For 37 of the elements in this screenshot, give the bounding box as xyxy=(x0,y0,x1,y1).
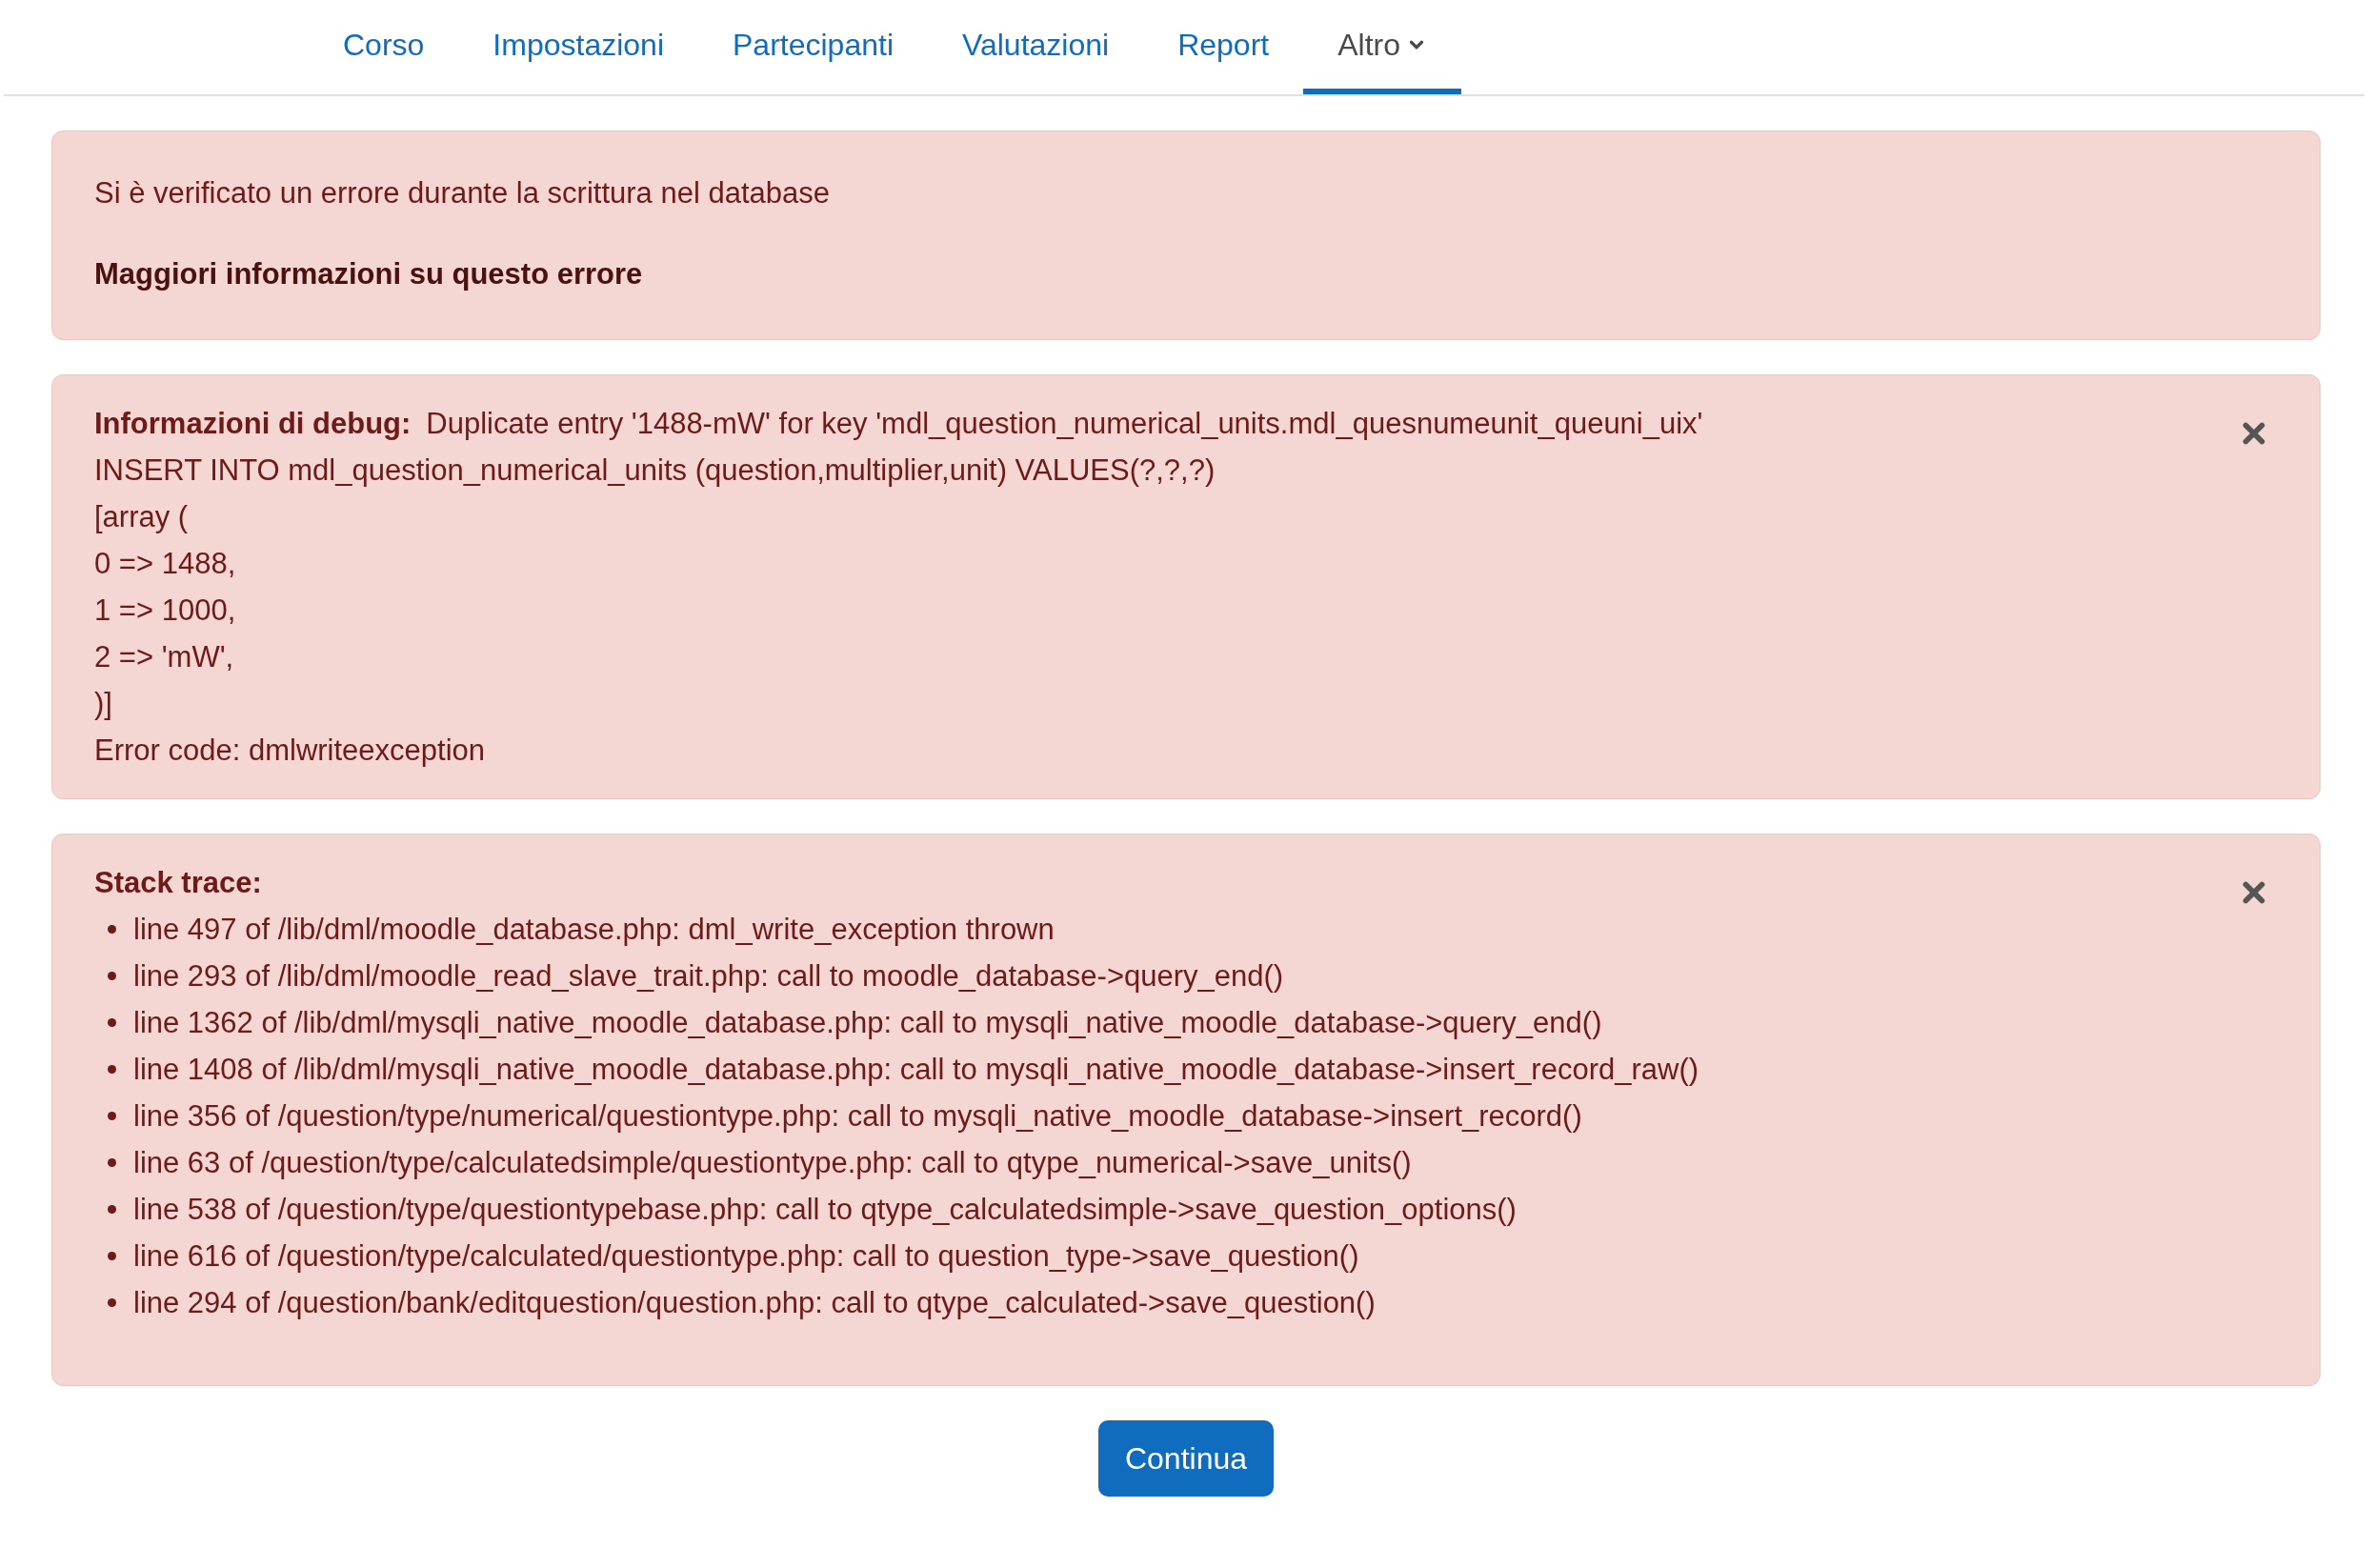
more-info-link[interactable]: Maggiori informazioni su questo errore xyxy=(94,251,643,297)
nav-tab[interactable]: Altro xyxy=(1303,0,1461,94)
debug-line: 0 => 1488, xyxy=(94,546,236,582)
bullet-icon xyxy=(108,1252,116,1260)
debug-line: Error code: dmlwriteexception xyxy=(94,733,486,769)
continue-button[interactable]: Continua xyxy=(1097,1420,1275,1497)
stack-trace-line: line 294 of /question/bank/editquestion/question.php: call to qtype_calculated->save_question() xyxy=(133,1285,1376,1321)
stack-trace-line: line 538 of /question/type/questiontypebase.php: call to qtype_calculatedsimple->save_question_options() xyxy=(133,1192,1517,1228)
nav-tab[interactable]: Partecipanti xyxy=(698,0,928,94)
stack-trace-line: line 1362 of /lib/dml/mysqli_native_moodle_database.php: call to mysqli_native_moodle_database->query_end() xyxy=(133,1005,1602,1041)
bullet-icon xyxy=(108,1065,116,1074)
debug-line: 1 => 1000, xyxy=(94,593,236,629)
bullet-icon xyxy=(108,1018,116,1027)
nav-tab[interactable]: Corso xyxy=(309,0,459,94)
stack-trace-label: Stack trace: xyxy=(94,865,262,901)
bullet-icon xyxy=(108,1205,116,1214)
debug-line: INSERT INTO mdl_question_numerical_units (question,multiplier,unit) VALUES(?,?,?) xyxy=(94,452,1216,489)
stack-trace-line: line 1408 of /lib/dml/mysqli_native_moodle_database.php: call to mysqli_native_moodle_database->insert_record_raw() xyxy=(133,1052,1699,1088)
stack-trace-line: line 293 of /lib/dml/moodle_read_slave_trait.php: call to moodle_database->query_end() xyxy=(133,958,1284,995)
stack-trace-line: line 616 of /question/type/calculated/questiontype.php: call to question_type->save_question() xyxy=(133,1238,1359,1275)
bullet-icon xyxy=(108,972,116,980)
debug-message: Duplicate entry '1488-mW' for key 'mdl_question_numerical_units.mdl_quesnumeunit_queuni_uix' xyxy=(426,406,1703,442)
stack-trace-line: line 63 of /question/type/calculatedsimple/questiontype.php: call to qtype_numerical->save_units() xyxy=(133,1145,1412,1181)
stack-trace-line: line 497 of /lib/dml/moodle_database.php: dml_write_exception thrown xyxy=(133,912,1055,948)
nav-tab[interactable]: Valutazioni xyxy=(928,0,1144,94)
bullet-icon xyxy=(108,1298,116,1307)
debug-line: )] xyxy=(94,686,112,722)
bullet-icon xyxy=(108,1158,116,1167)
debug-label: Informazioni di debug: xyxy=(94,406,412,442)
debug-line: [array ( xyxy=(94,499,189,535)
error-message: Si è verificato un errore durante la scrittura nel database xyxy=(94,175,831,211)
stack-trace-line: line 356 of /question/type/numerical/questiontype.php: call to mysqli_native_moodle_database->insert_record() xyxy=(133,1098,1582,1135)
nav-tab[interactable]: Impostazioni xyxy=(458,0,698,94)
bullet-icon xyxy=(108,1112,116,1120)
bullet-icon xyxy=(108,925,116,934)
debug-line: 2 => 'mW', xyxy=(94,639,234,675)
nav-tab[interactable]: Report xyxy=(1143,0,1304,94)
